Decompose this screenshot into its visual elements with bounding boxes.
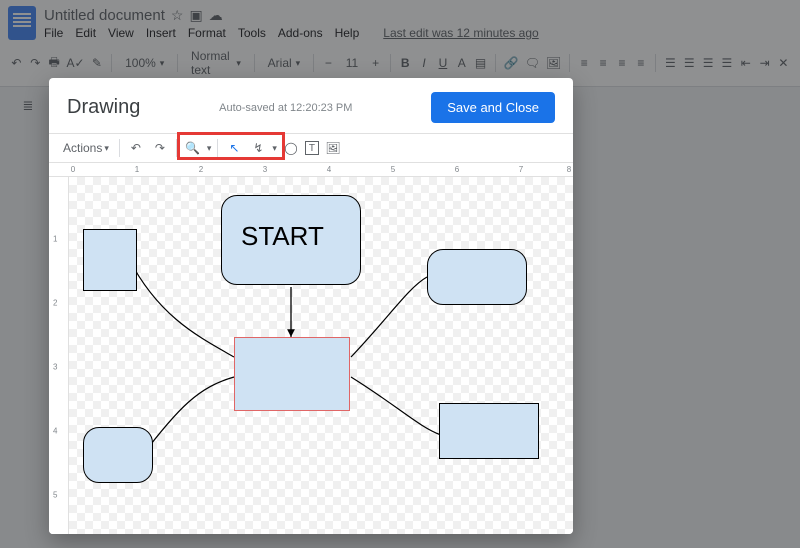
shape-left-bottom[interactable] [83,427,153,483]
ruler-tick: 2 [53,299,57,308]
image-tool-icon[interactable]: 🖼 [323,138,343,158]
ruler-tick: 5 [53,491,57,500]
select-tool-icon[interactable]: ↖ [224,138,244,158]
drawing-canvas[interactable]: 1 2 3 4 5 START [49,177,573,534]
ruler-tick: 3 [263,165,267,174]
separator [176,139,177,157]
ruler-tick: 1 [135,165,139,174]
zoom-icon[interactable]: 🔍 [183,138,203,158]
separator [119,139,120,157]
caret-icon: ▾ [207,143,212,154]
shape-right-top[interactable] [427,249,527,305]
shape-tool-icon[interactable]: ◯ [281,138,301,158]
save-and-close-button[interactable]: Save and Close [431,92,555,123]
separator [217,139,218,157]
drawing-vertical-ruler: 1 2 3 4 5 [49,177,69,534]
ruler-tick: 7 [519,165,523,174]
ruler-tick: 5 [391,165,395,174]
drawing-toolbar: Actions▾ ↶ ↷ 🔍 ▾ ↖ ↯ ▾ ◯ T 🖼 [49,133,573,163]
autosave-status: Auto-saved at 12:20:23 PM [219,102,352,114]
ruler-tick: 4 [53,427,57,436]
undo-icon[interactable]: ↶ [126,138,146,158]
textbox-tool-icon[interactable]: T [305,141,319,155]
ruler-tick: 6 [455,165,459,174]
actions-dropdown[interactable]: Actions▾ [59,139,113,157]
ruler-tick: 4 [327,165,331,174]
ruler-tick: 8 [567,165,571,174]
caret-icon: ▾ [104,143,109,154]
ruler-tick: 1 [53,235,57,244]
shape-left-top[interactable] [83,229,137,291]
line-tool-icon[interactable]: ↯ [248,138,268,158]
shape-start-label: START [241,221,324,252]
shape-right-bottom[interactable] [439,403,539,459]
ruler-tick: 0 [71,165,75,174]
dialog-title: Drawing [67,96,140,119]
redo-icon[interactable]: ↷ [150,138,170,158]
shape-center-selected[interactable] [234,337,350,411]
dialog-header: Drawing Auto-saved at 12:20:23 PM Save a… [49,78,573,133]
ruler-tick: 2 [199,165,203,174]
ruler-tick: 3 [53,363,57,372]
actions-label: Actions [63,141,102,155]
drawing-horizontal-ruler: 0 1 2 3 4 5 6 7 8 [49,163,573,177]
drawing-dialog: Drawing Auto-saved at 12:20:23 PM Save a… [49,78,573,534]
caret-icon: ▾ [272,143,277,154]
